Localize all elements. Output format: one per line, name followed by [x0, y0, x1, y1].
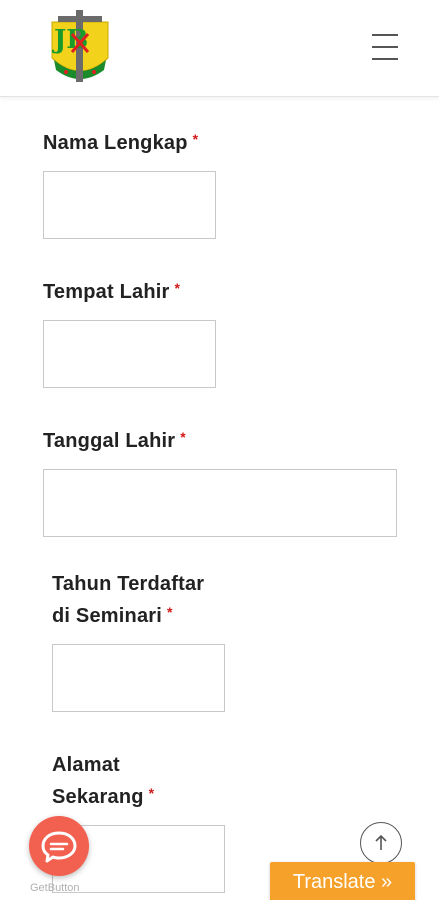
hamburger-menu-icon[interactable]: [370, 30, 400, 60]
tempat-lahir-label-text: Tempat Lahir: [43, 281, 170, 303]
translate-button[interactable]: Translate »: [270, 862, 415, 900]
required-asterisk: *: [167, 604, 173, 620]
scroll-top-button[interactable]: [360, 822, 402, 864]
hamburger-line: [372, 34, 398, 36]
getbutton-credit[interactable]: GetButton: [30, 882, 80, 894]
site-header: JB: [0, 0, 439, 97]
required-asterisk: *: [148, 785, 155, 801]
alamat-sekarang-label: Alamat Sekarang *: [52, 749, 154, 813]
tanggal-lahir-label: Tanggal Lahir *: [43, 425, 186, 457]
hamburger-line: [372, 46, 398, 48]
chat-bubble-icon: [41, 831, 77, 863]
required-asterisk: *: [180, 429, 186, 445]
arrow-up-icon: [375, 834, 387, 850]
nama-lengkap-label: Nama Lengkap *: [43, 127, 198, 159]
tanggal-lahir-label-text: Tanggal Lahir: [43, 430, 176, 452]
tanggal-lahir-input[interactable]: [43, 469, 397, 537]
required-asterisk: *: [192, 131, 199, 147]
tahun-terdaftar-input[interactable]: [52, 644, 225, 712]
chat-button[interactable]: [29, 816, 89, 876]
tahun-terdaftar-label-line2: di Seminari: [52, 605, 163, 627]
page: JB Nama Lengkap * Tempat Lahir * Tanggal L…: [0, 0, 439, 900]
tempat-lahir-input[interactable]: [43, 320, 216, 388]
logo-emblem-icon: JB: [51, 10, 109, 82]
required-asterisk: *: [174, 280, 181, 296]
tahun-terdaftar-label-line1: Tahun Terdaftar: [52, 573, 205, 595]
alamat-sekarang-label-line2: Sekarang: [52, 786, 144, 808]
nama-lengkap-input[interactable]: [43, 171, 216, 239]
tempat-lahir-label: Tempat Lahir *: [43, 276, 180, 308]
nama-lengkap-label-text: Nama Lengkap: [43, 132, 188, 154]
tahun-terdaftar-label: Tahun Terdaftar di Seminari *: [52, 568, 204, 632]
site-logo[interactable]: JB: [44, 8, 116, 86]
hamburger-line: [372, 58, 398, 60]
alamat-sekarang-label-line1: Alamat: [52, 754, 120, 776]
